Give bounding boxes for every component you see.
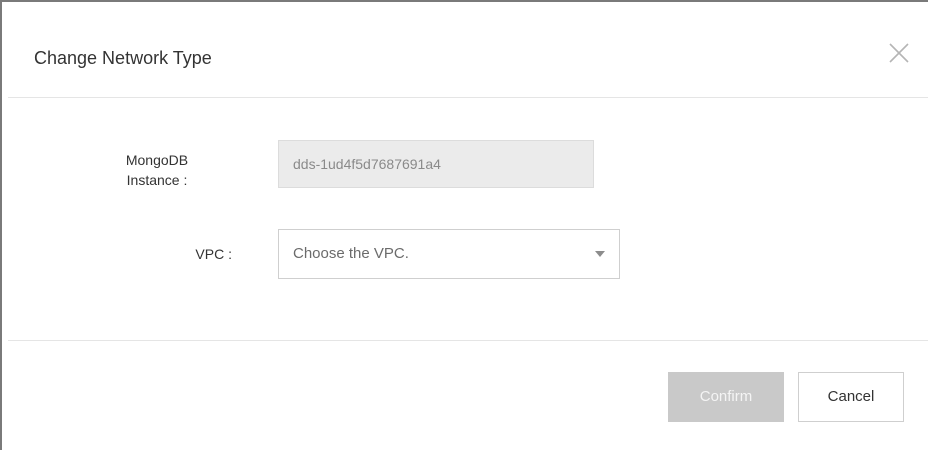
change-network-type-dialog: Change Network Type MongoDB Instance : d… [8, 16, 928, 450]
form-row-vpc: VPC : Choose the VPC. [8, 228, 928, 282]
confirm-button[interactable]: Confirm [668, 372, 784, 422]
dialog-footer: Confirm Cancel [8, 340, 928, 450]
caret-down-icon [595, 251, 605, 257]
instance-label: MongoDB Instance : [82, 150, 232, 190]
dialog-title: Change Network Type [34, 48, 212, 68]
vpc-select-placeholder: Choose the VPC. [293, 245, 409, 262]
close-icon [889, 43, 909, 63]
dialog-header: Change Network Type [8, 16, 928, 98]
instance-label-line1: MongoDB [125, 152, 189, 168]
close-button[interactable] [888, 42, 910, 64]
cancel-button[interactable]: Cancel [798, 372, 904, 422]
vpc-select[interactable]: Choose the VPC. [278, 229, 620, 279]
vpc-label: VPC : [195, 246, 232, 262]
instance-label-line2: Instance : [126, 172, 188, 188]
form-row-instance: MongoDB Instance : dds-1ud4f5d7687691a4 [8, 138, 928, 198]
instance-id-field: dds-1ud4f5d7687691a4 [278, 140, 594, 188]
